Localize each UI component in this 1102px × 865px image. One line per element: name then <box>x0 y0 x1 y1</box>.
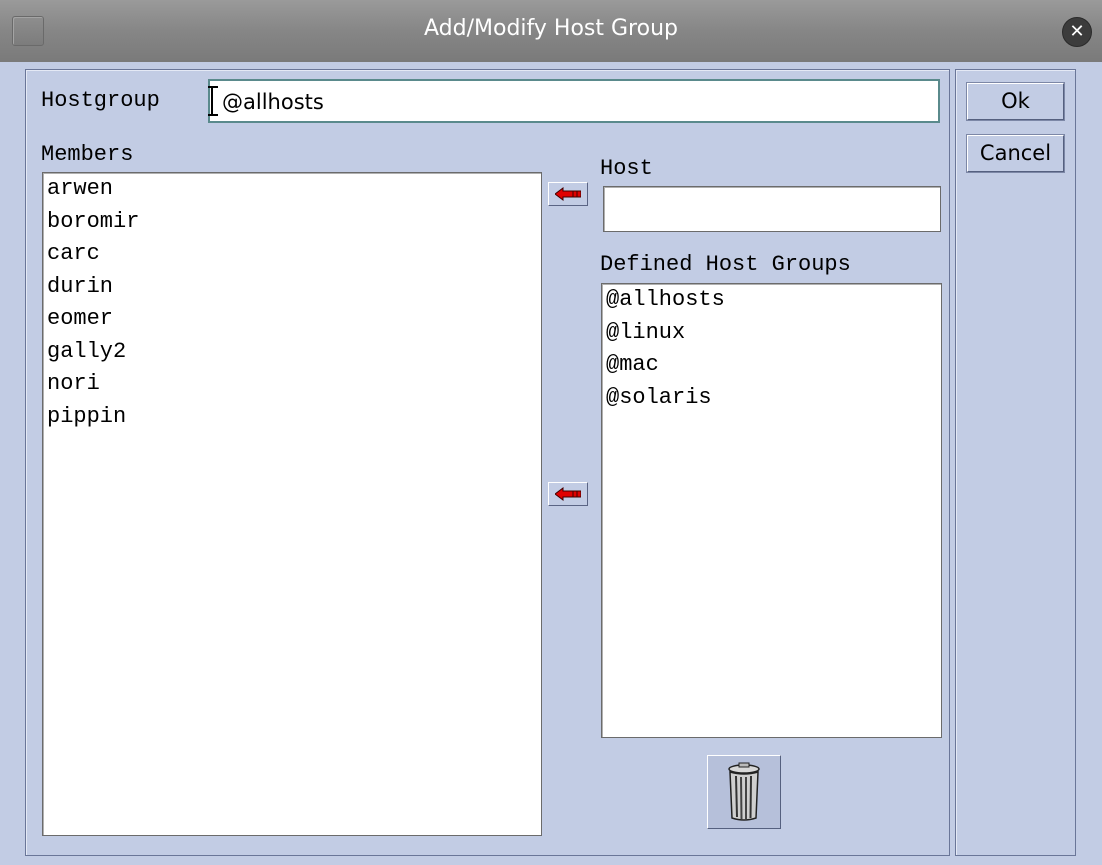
close-icon[interactable]: ✕ <box>1062 17 1092 47</box>
defined-host-groups-list[interactable]: @allhosts @linux @mac @solaris <box>601 283 942 738</box>
text-cursor-icon <box>208 86 218 116</box>
list-item[interactable]: eomer <box>43 303 541 336</box>
list-item[interactable]: @linux <box>602 317 941 350</box>
list-item[interactable]: gally2 <box>43 336 541 369</box>
add-group-arrow-button[interactable] <box>548 482 588 506</box>
ok-button[interactable]: Ok <box>966 82 1065 121</box>
left-arrow-icon <box>555 187 581 201</box>
members-label: Members <box>41 142 134 167</box>
list-item[interactable]: arwen <box>43 173 541 206</box>
cancel-button[interactable]: Cancel <box>966 134 1065 173</box>
list-item[interactable]: @mac <box>602 349 941 382</box>
host-label: Host <box>600 156 653 181</box>
host-input[interactable] <box>603 186 941 232</box>
list-item[interactable]: durin <box>43 271 541 304</box>
title-bar: Add/Modify Host Group ✕ <box>0 0 1102 63</box>
trash-icon <box>728 762 760 821</box>
hostgroup-label: Hostgroup <box>41 88 160 113</box>
window-title: Add/Modify Host Group <box>424 16 678 41</box>
defined-host-groups-label: Defined Host Groups <box>600 252 851 277</box>
list-item[interactable]: @solaris <box>602 382 941 415</box>
list-item[interactable]: boromir <box>43 206 541 239</box>
delete-group-button[interactable] <box>707 755 781 829</box>
hostgroup-input[interactable]: @allhosts <box>208 79 940 123</box>
list-item[interactable]: @allhosts <box>602 284 941 317</box>
list-item[interactable]: nori <box>43 368 541 401</box>
add-host-arrow-button[interactable] <box>548 182 588 206</box>
list-item[interactable]: pippin <box>43 401 541 434</box>
left-arrow-icon <box>555 487 581 501</box>
members-list[interactable]: arwen boromir carc durin eomer gally2 nori pipp… <box>42 172 542 836</box>
list-item[interactable]: carc <box>43 238 541 271</box>
button-panel <box>955 69 1076 856</box>
